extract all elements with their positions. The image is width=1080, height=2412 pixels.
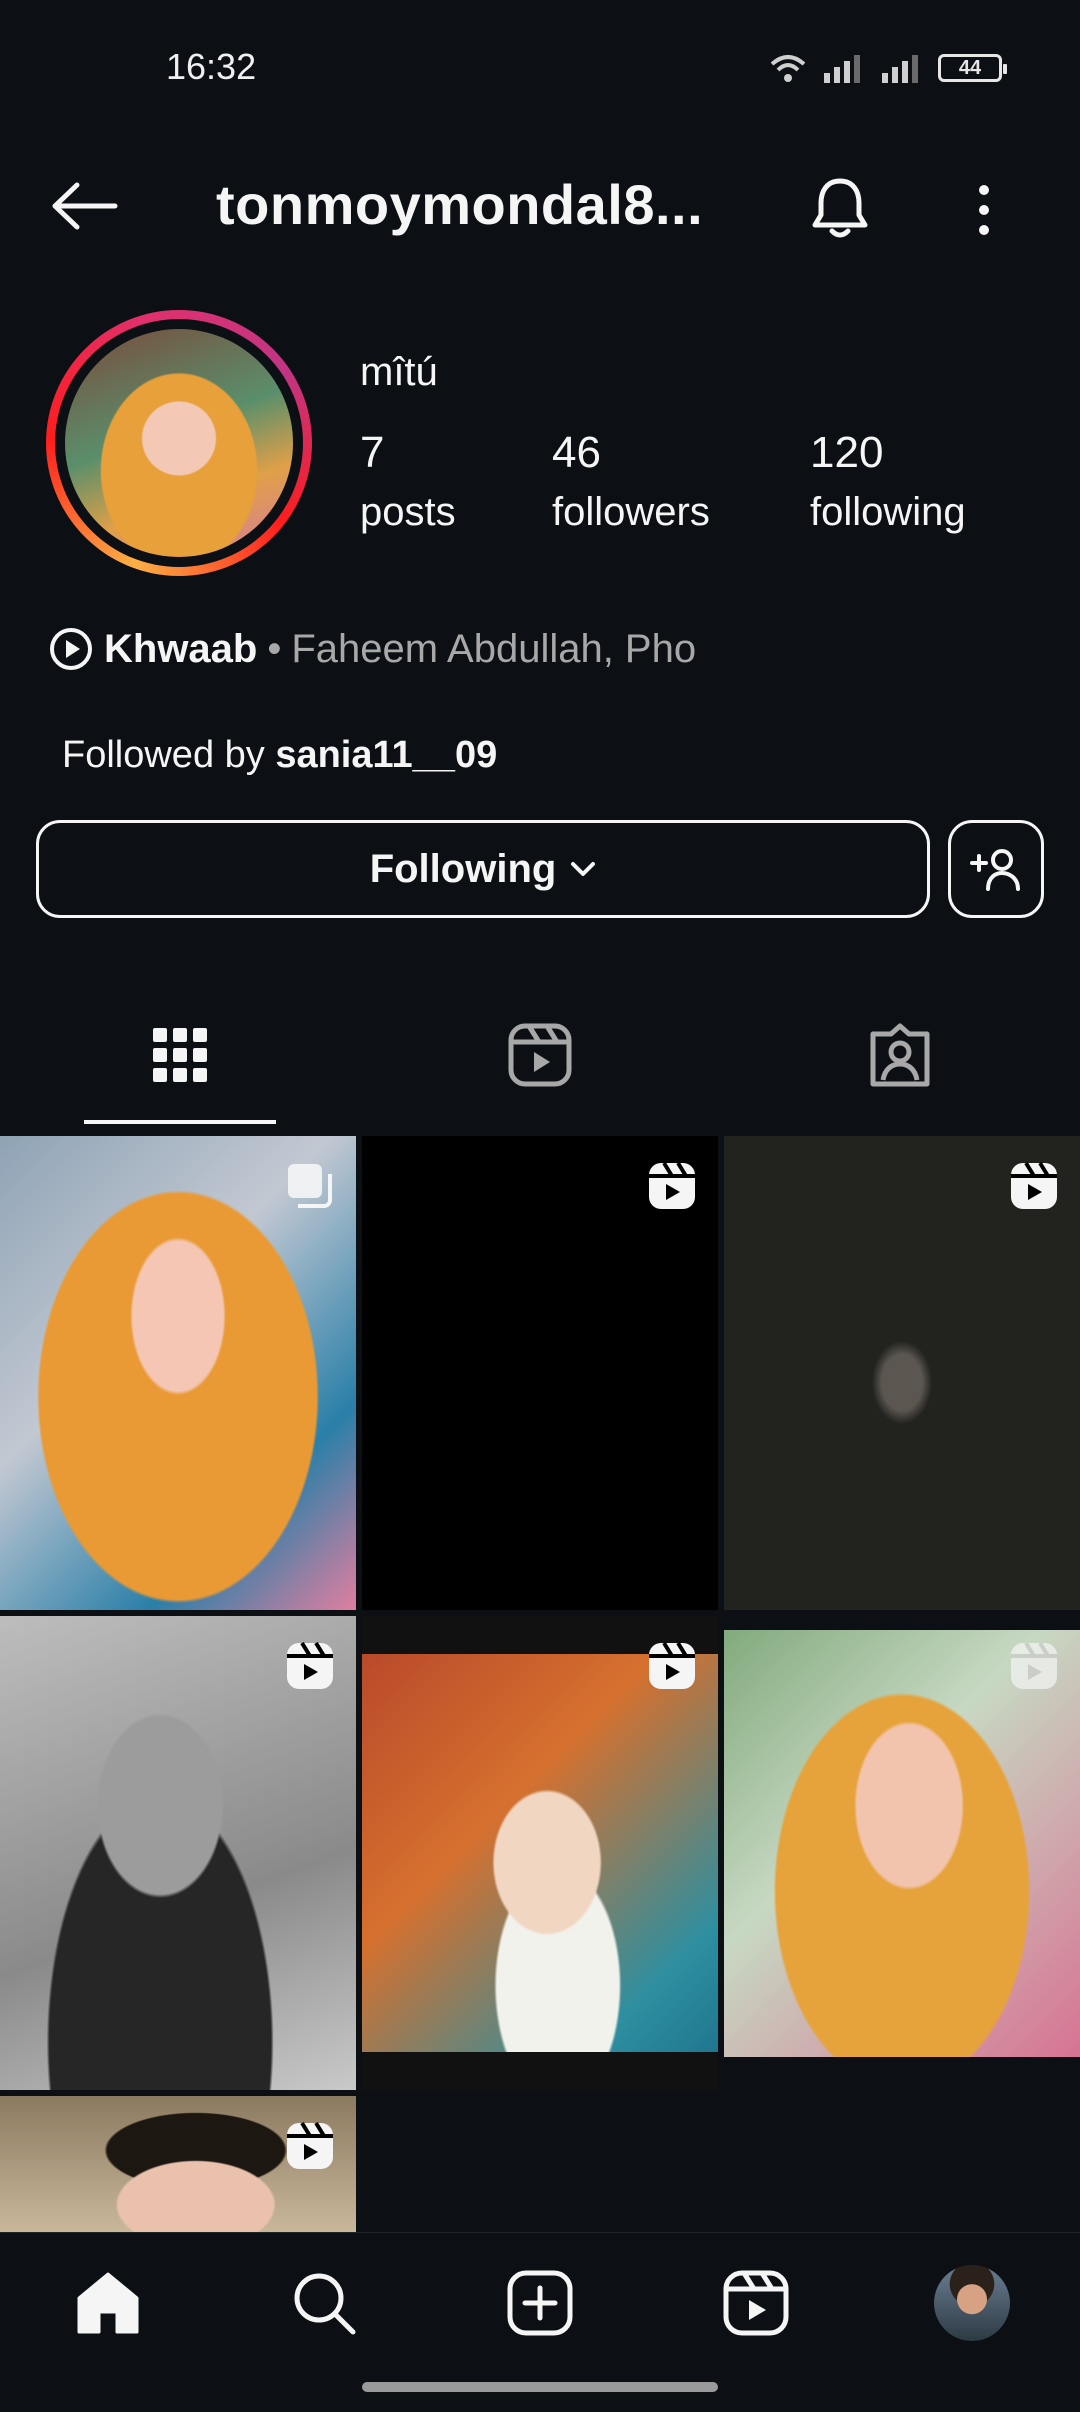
grid-icon [153,1028,207,1082]
more-vertical-icon [979,185,989,235]
following-button[interactable]: Following [36,820,930,918]
music-song-title: Khwaab [104,626,258,671]
post-thumbnail[interactable] [724,1136,1080,1610]
post-thumbnail[interactable] [724,1616,1080,2090]
status-icons: 44 [768,52,1007,84]
following-count-label: following [810,490,966,534]
reel-icon [649,1161,695,1209]
music-artist: Faheem Abdullah, Pho [291,626,697,671]
play-circle-icon [50,628,92,670]
profile-avatar [934,2264,1010,2341]
followers-count[interactable]: 46 followers [552,428,710,535]
profile-music[interactable]: Khwaab • Faheem Abdullah, Pho [48,626,696,672]
music-separator: • [267,626,282,671]
nav-create[interactable] [490,2253,590,2353]
post-thumbnail[interactable] [0,1136,356,1610]
back-button[interactable] [44,174,124,238]
signal-icon [824,55,860,83]
active-tab-indicator [84,1120,276,1124]
reel-icon [649,1641,695,1689]
profile-avatar [65,329,293,557]
signal-icon-2 [882,55,918,83]
following-button-label: Following [369,846,557,891]
tab-reels[interactable] [480,1010,600,1100]
tab-grid[interactable] [120,1010,240,1100]
post-thumbnail[interactable] [362,1136,718,1610]
display-name: mîtú [360,350,438,394]
post-thumbnail[interactable] [0,1616,356,2090]
bottom-navigation [0,2232,1080,2372]
tab-tagged[interactable] [840,1010,960,1100]
post-thumbnail[interactable] [0,2096,356,2232]
bell-icon [812,178,868,238]
followers-count-value: 46 [552,428,601,477]
chevron-down-icon [571,862,596,876]
tagged-icon [870,1023,930,1087]
followed-by-user: sania11__09 [275,734,498,776]
posts-count[interactable]: 7 posts [360,428,456,535]
wifi-icon [770,55,806,82]
carousel-icon [288,1164,332,1208]
more-options-button[interactable] [954,170,1014,250]
followers-count-label: followers [552,490,710,534]
reels-icon [723,2270,789,2335]
add-post-icon [507,2270,573,2335]
home-icon [77,2272,139,2333]
add-user-icon [970,849,1020,891]
nav-reels[interactable] [706,2253,806,2353]
battery-indicator: 44 [938,54,1007,82]
nav-search[interactable] [274,2253,374,2353]
post-thumbnail[interactable] [362,1616,718,2090]
nav-profile[interactable] [922,2253,1022,2353]
followed-by[interactable]: Followed by sania11__09 [62,734,497,777]
following-count-value: 120 [810,428,884,477]
reel-icon [1011,1161,1057,1209]
posts-count-value: 7 [360,428,385,477]
reel-icon [287,1641,333,1689]
status-time: 16:32 [166,46,257,87]
notifications-button[interactable] [800,168,880,248]
profile-avatar-story-ring[interactable] [46,310,312,576]
profile-username: tonmoymondal8... [216,173,704,236]
suggested-users-button[interactable] [948,820,1044,918]
followed-by-prefix: Followed by [62,734,265,776]
home-indicator[interactable] [362,2382,718,2392]
reel-icon [287,2121,333,2169]
reel-icon [1011,1641,1057,1689]
posts-count-label: posts [360,490,456,534]
reels-icon [508,1023,572,1087]
back-arrow-icon [52,182,118,230]
following-count[interactable]: 120 following [810,428,966,535]
nav-home[interactable] [58,2253,158,2353]
search-icon [294,2273,356,2334]
